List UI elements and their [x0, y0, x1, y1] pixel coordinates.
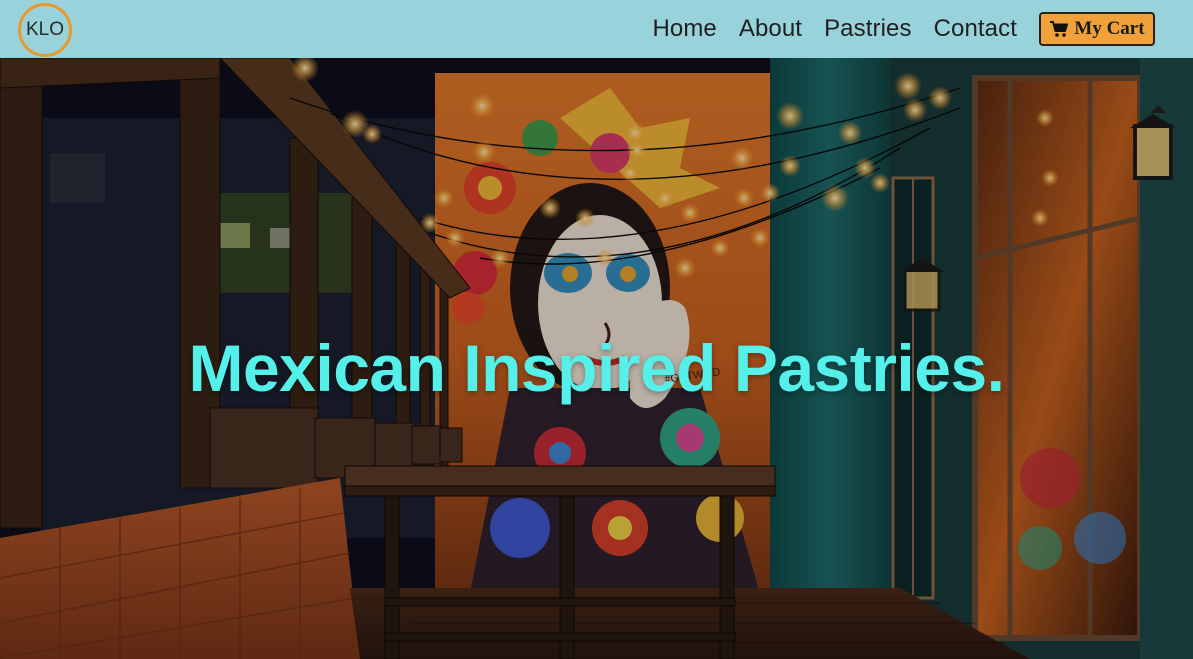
nav-link-home[interactable]: Home — [652, 15, 716, 43]
nav-link-pastries[interactable]: Pastries — [824, 15, 912, 43]
nav-link-about[interactable]: About — [739, 15, 802, 43]
shopping-cart-icon — [1050, 21, 1069, 37]
cart-label: My Cart — [1074, 18, 1145, 39]
navbar: KLO Home About Pastries Contact My Cart — [0, 0, 1193, 58]
logo[interactable]: KLO — [18, 3, 72, 57]
nav-link-contact[interactable]: Contact — [934, 15, 1017, 43]
hero-section: #GETWILD Mexican Inspired Pastries. — [0, 58, 1193, 659]
nav-links: Home About Pastries Contact — [652, 0, 1017, 58]
hero-title: Mexican Inspired Pastries. — [188, 331, 1005, 406]
cart-button[interactable]: My Cart — [1039, 12, 1155, 46]
page: KLO Home About Pastries Contact My Cart — [0, 0, 1193, 659]
logo-text: KLO — [25, 19, 65, 40]
